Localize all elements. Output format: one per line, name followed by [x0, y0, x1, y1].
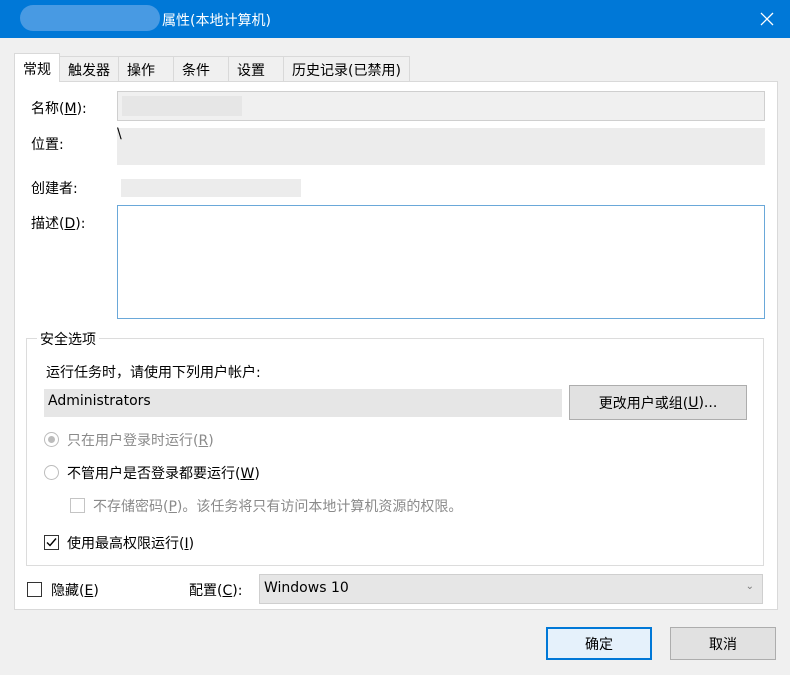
do-not-store-password-label: 不存储密码(P)。该任务将只有访问本地计算机资源的权限。	[93, 499, 463, 515]
ok-button[interactable]: 确定	[546, 627, 652, 660]
tab-settings[interactable]: 设置	[228, 56, 284, 81]
checkmark-icon	[46, 538, 57, 547]
run-highest-privileges-label: 使用最高权限运行(I)	[67, 536, 195, 552]
location-value: \	[117, 126, 122, 142]
configure-label: 配置(C):	[189, 583, 243, 599]
run-logged-on-label: 只在用户登录时运行(R)	[67, 433, 214, 449]
hidden-label: 隐藏(E)	[51, 583, 99, 599]
tab-conditions[interactable]: 条件	[173, 56, 229, 81]
tab-history[interactable]: 历史记录(已禁用)	[283, 56, 410, 81]
description-label: 描述(D):	[31, 216, 86, 232]
security-options-group: 安全选项 运行任务时，请使用下列用户帐户: Administrators 更改用…	[26, 329, 764, 566]
run-as-prompt: 运行任务时，请使用下列用户帐户:	[46, 365, 261, 381]
configure-for-value: Windows 10	[264, 580, 349, 596]
configure-for-select[interactable]: Windows 10 ⌄	[259, 574, 763, 604]
title-bar: 属性(本地计算机)	[0, 0, 790, 38]
do-not-store-password-checkbox[interactable]	[70, 498, 85, 513]
location-field: \	[117, 126, 765, 165]
tab-strip: 常规 触发器 操作 条件 设置 历史记录(已禁用)	[14, 53, 410, 82]
name-label: 名称(M):	[31, 101, 87, 117]
author-label: 创建者:	[31, 181, 78, 197]
chevron-down-icon: ⌄	[745, 581, 754, 592]
cancel-button[interactable]: 取消	[670, 627, 776, 660]
tab-triggers[interactable]: 触发器	[59, 56, 119, 81]
hidden-checkbox[interactable]	[27, 582, 42, 597]
general-panel: 名称(M): 位置: \ 创建者: 描述(D): 安全选项 运行任务时，请使用下…	[14, 81, 778, 610]
location-label: 位置:	[31, 137, 64, 153]
close-icon	[760, 12, 774, 26]
security-group-title: 安全选项	[37, 329, 99, 349]
user-account-field: Administrators	[44, 389, 562, 417]
name-field[interactable]	[117, 91, 765, 121]
close-button[interactable]	[744, 0, 790, 38]
change-user-button[interactable]: 更改用户或组(U)...	[569, 385, 747, 420]
author-redacted	[121, 179, 301, 197]
run-highest-privileges-checkbox[interactable]	[44, 535, 59, 550]
run-logged-on-radio[interactable]	[44, 432, 59, 447]
run-whether-logged-radio[interactable]	[44, 465, 59, 480]
run-whether-logged-label: 不管用户是否登录都要运行(W)	[67, 466, 260, 482]
description-textarea[interactable]	[117, 205, 765, 319]
tab-actions[interactable]: 操作	[118, 56, 174, 81]
window-title: 属性(本地计算机)	[162, 13, 271, 29]
tab-general[interactable]: 常规	[14, 53, 60, 82]
task-name-redacted	[20, 5, 160, 31]
